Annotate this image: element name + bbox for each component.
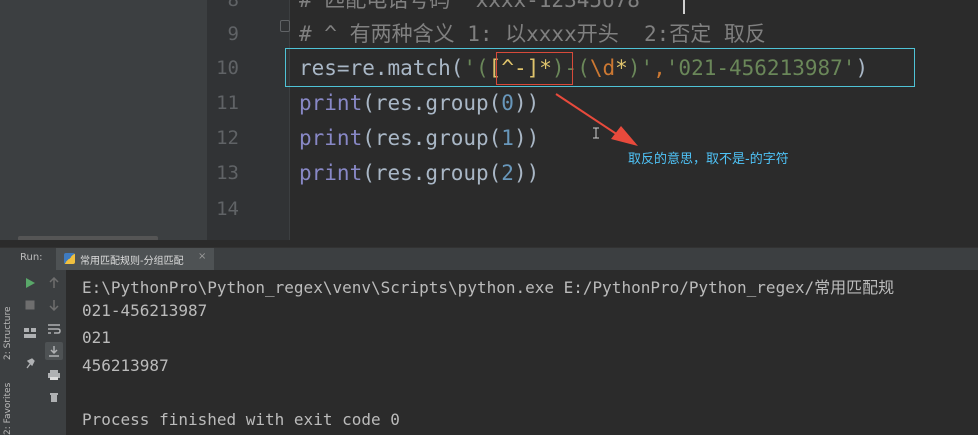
mouse-ibeam-icon	[593, 127, 599, 139]
console-line: 456213987	[82, 356, 169, 375]
pin-icon[interactable]	[21, 354, 39, 372]
regex-annotation-box	[496, 52, 573, 85]
line-number: 9	[227, 23, 239, 45]
code-line-9[interactable]: # ^ 有两种含义 1: 以xxxx开头 2:否定 取反	[299, 17, 766, 51]
code-token: ,	[653, 56, 666, 80]
line-number: 11	[216, 92, 239, 114]
run-toolbar: Run: 常用匹配规则-分组匹配 ×	[0, 247, 978, 270]
console-line: Process finished with exit code 0	[82, 410, 400, 429]
code-line-10[interactable]: res=re.match('([^-]*)-(\d*)','021-456213…	[299, 51, 868, 85]
gutter-separator	[289, 0, 290, 240]
code-line-12[interactable]: print(res.group(1))	[299, 121, 539, 155]
code-token-print: print	[299, 126, 363, 150]
code-editor[interactable]: 8 9 10 11 12 13 14 # 匹配电话号码 xxxx-1234567…	[0, 0, 978, 240]
run-tab-label: 常用匹配规则-分组匹配	[80, 256, 184, 267]
annotation-arrow-head	[611, 126, 638, 146]
code-token-print: print	[299, 91, 363, 115]
run-tab[interactable]: 常用匹配规则-分组匹配 ×	[56, 248, 214, 270]
code-token: )	[627, 56, 641, 80]
trash-icon[interactable]	[45, 388, 63, 406]
run-console[interactable]: E:\PythonPro\Python_regex\venv\Scripts\p…	[67, 270, 978, 435]
code-token-number: 1	[501, 126, 514, 150]
code-token: )	[855, 56, 869, 80]
code-line-11[interactable]: print(res.group(0))	[299, 86, 539, 120]
run-tool-column	[18, 270, 67, 435]
python-file-icon	[64, 253, 75, 264]
text-cursor	[683, 0, 685, 14]
code-token: (res.group(	[362, 126, 502, 150]
run-label: Run:	[20, 252, 43, 263]
annotation-arrow-line	[555, 93, 619, 136]
fold-marker-icon[interactable]	[280, 20, 290, 32]
code-token-number: 0	[501, 91, 514, 115]
code-token: (res.group(	[362, 91, 502, 115]
code-token: \d	[589, 56, 616, 80]
code-token-print: print	[299, 161, 363, 185]
line-number: 12	[216, 127, 239, 149]
code-token: ))	[513, 161, 540, 185]
line-number: 10	[216, 57, 239, 79]
console-line: E:\PythonPro\Python_regex\venv\Scripts\p…	[82, 278, 895, 297]
horizontal-scrollbar[interactable]	[18, 236, 158, 240]
code-token: res=re.match(	[299, 56, 464, 80]
console-line: 021	[82, 328, 111, 347]
up-arrow-icon[interactable]	[45, 274, 63, 292]
console-line: 021-456213987	[82, 301, 208, 320]
code-token: '021-456213987'	[665, 56, 856, 80]
stop-icon[interactable]	[21, 296, 39, 314]
code-token: '(	[463, 56, 489, 80]
scroll-end-icon[interactable]	[45, 342, 63, 360]
code-token: (	[577, 56, 590, 80]
structure-tab[interactable]: 2: Structure	[3, 307, 13, 361]
code-line-13[interactable]: print(res.group(2))	[299, 156, 539, 190]
favorites-tab[interactable]: 2: Favorites	[3, 383, 13, 435]
code-token: ))	[513, 91, 540, 115]
code-token: (res.group(	[362, 161, 502, 185]
run-icon[interactable]	[21, 274, 39, 292]
layout-icon[interactable]	[21, 324, 39, 342]
print-icon[interactable]	[45, 366, 63, 384]
line-number: 8	[227, 0, 239, 11]
project-pane	[0, 0, 207, 240]
code-token: ))	[513, 126, 540, 150]
annotation-text: 取反的意思，取不是-的字符	[628, 152, 789, 167]
line-number: 13	[216, 162, 239, 184]
down-arrow-icon[interactable]	[45, 296, 63, 314]
code-token: *	[615, 56, 628, 80]
code-token-number: 2	[501, 161, 514, 185]
code-line-8[interactable]: # 匹配电话号码 xxxx-12345678	[299, 0, 640, 17]
soft-wrap-icon[interactable]	[45, 320, 63, 338]
line-number: 14	[216, 198, 239, 220]
tool-window-strip: 2: Structure 2: Favorites	[0, 270, 18, 435]
close-icon[interactable]: ×	[198, 251, 206, 262]
code-token: '	[640, 56, 654, 80]
